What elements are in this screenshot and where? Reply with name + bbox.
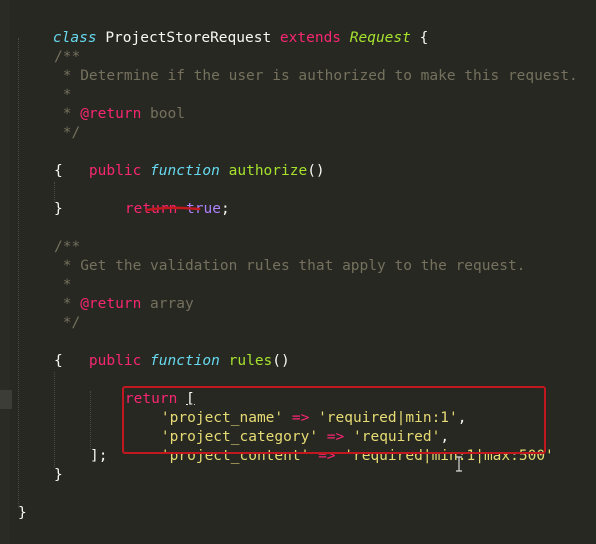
code-editor[interactable]: class ProjectStoreRequest extends Reques… [0, 0, 596, 544]
doc-comment-return: * @return bool [54, 105, 185, 124]
keyword-function: function [150, 163, 220, 179]
doc-comment-blank: * [54, 277, 72, 293]
method-parens: () [272, 353, 290, 369]
class-open-brace: { [419, 30, 429, 46]
doc-comment-description: * Get the validation rules that apply to… [54, 258, 526, 274]
method-close-brace: } [54, 201, 63, 217]
doc-return-type: bool [141, 106, 185, 122]
keyword-class: class [52, 30, 97, 46]
code-line-rules-signature: public function rules() [54, 333, 290, 369]
doc-return-type: array [141, 296, 194, 312]
method-name-rules: rules [228, 353, 273, 369]
doc-comment-open: /** [54, 49, 81, 65]
doc-comment-close: */ [54, 125, 81, 141]
code-line-authorize-signature: public function authorize() [54, 143, 325, 179]
doc-comment-blank: * [54, 87, 72, 103]
method-open-brace: { [54, 163, 63, 179]
method-close-brace: } [54, 467, 63, 483]
keyword-extends: extends [279, 30, 342, 46]
keyword-public: public [88, 353, 142, 369]
doc-comment-description: * Determine if the user is authorized to… [54, 68, 578, 84]
array-close: ]; [90, 448, 108, 464]
doc-comment-close: */ [54, 315, 81, 331]
method-parens: () [307, 163, 325, 179]
code-line-return-true: return true; [90, 181, 230, 217]
method-name-authorize: authorize [228, 163, 308, 179]
keyword-function: function [150, 353, 220, 369]
doc-return-tag: @return [80, 296, 142, 312]
annotation-highlight-box [122, 386, 546, 454]
keyword-public: public [88, 163, 142, 179]
doc-comment-return: * @return array [54, 295, 194, 314]
parent-class-name: Request [349, 30, 411, 46]
annotation-underline [145, 206, 201, 212]
current-line-marker [0, 390, 12, 409]
indent-guide [18, 38, 19, 508]
class-close-brace: } [18, 505, 27, 521]
doc-comment-open: /** [54, 239, 81, 255]
editor-gutter [0, 0, 10, 544]
class-name: ProjectStoreRequest [105, 30, 272, 46]
code-line-class-declaration: class ProjectStoreRequest extends Reques… [18, 10, 428, 46]
method-open-brace: { [54, 353, 63, 369]
semicolon: ; [220, 201, 230, 217]
doc-return-prefix: * [54, 296, 81, 312]
doc-return-prefix: * [54, 106, 81, 122]
text-cursor-icon [456, 456, 462, 472]
doc-return-tag: @return [80, 106, 142, 122]
